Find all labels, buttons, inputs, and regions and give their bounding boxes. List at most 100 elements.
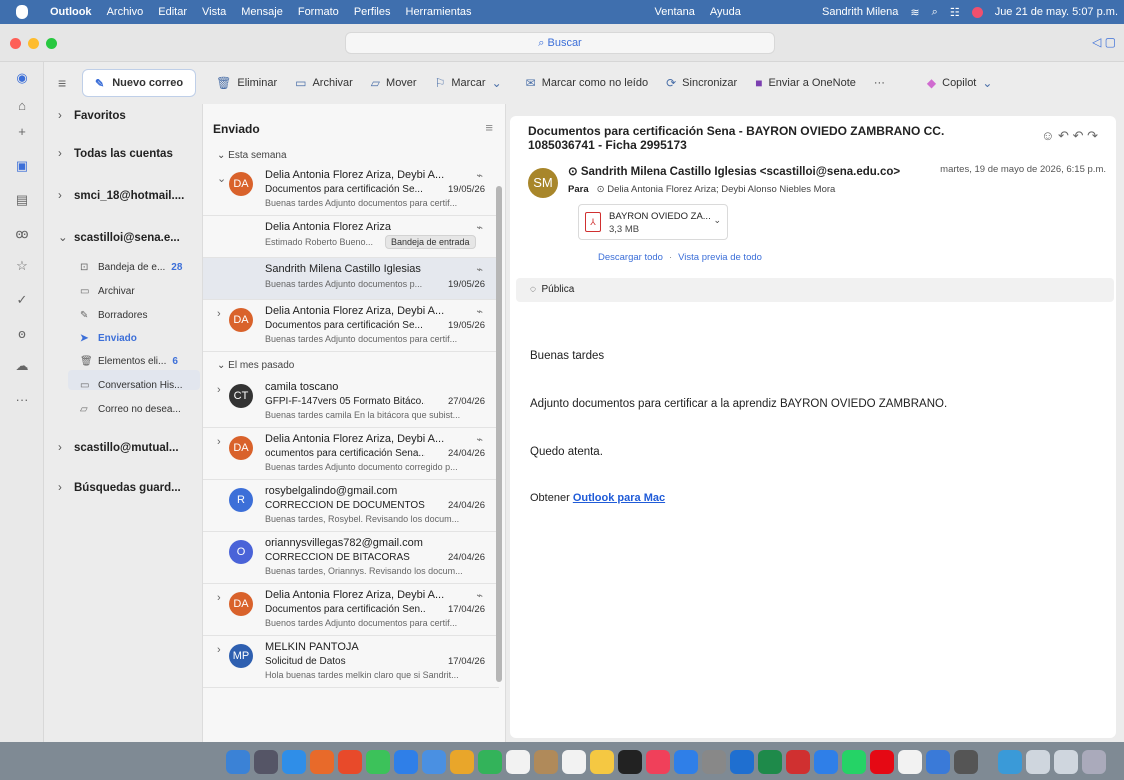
remote-desktop-icon[interactable] [898,750,922,774]
finder-icon[interactable] [226,750,250,774]
mark-unread-button[interactable]: ✉ Marcar como no leído [526,76,648,90]
menu-vista[interactable]: Vista [202,6,226,18]
folder-drafts[interactable]: ✎ Borradores [80,310,147,321]
minimize-window-button[interactable] [28,38,39,49]
trash-bin-icon[interactable] [1082,750,1106,774]
photos-icon[interactable] [450,750,474,774]
menu-editar[interactable]: Editar [158,6,187,18]
calendar-app-icon[interactable] [506,750,530,774]
attachment-card[interactable]: ⅄ BAYRON OVIEDO ZA... 3,3 MB ⌄ [578,204,728,240]
list-item[interactable]: › CT camila toscano GFPI-F-147vers 05 Fo… [203,376,499,428]
sensitivity-bar[interactable]: ◌ Pública [516,278,1114,302]
account-hotmail[interactable]: › smci_18@hotmail.... [58,190,184,202]
app-store-icon[interactable] [674,750,698,774]
menu-herramientas[interactable]: Herramientas [406,6,472,18]
sender-name[interactable]: ⊙ Sandrith Milena Castillo Iglesias <sca… [568,164,900,178]
menu-app-name[interactable]: Outlook [50,6,92,18]
add-account-icon[interactable]: + [14,124,30,140]
notes-icon[interactable] [590,750,614,774]
folder-conversation-history[interactable]: ▭ Conversation His... [80,380,182,391]
feedback-icon[interactable]: ▢ [1105,35,1116,49]
menubar-user[interactable]: Sandrith Milena [822,6,898,18]
excel-icon[interactable] [758,750,782,774]
menu-ventana[interactable]: Ventana [655,6,695,18]
teams-icon[interactable] [926,750,950,774]
list-item[interactable]: › DA Delia Antonia Florez Ariza, Deybi A… [203,584,499,636]
siri-icon[interactable] [971,6,983,18]
favorites-icon[interactable]: ☆ [14,258,30,274]
outlook-app-icon[interactable] [730,750,754,774]
menu-perfiles[interactable]: Perfiles [354,6,391,18]
messages-icon[interactable] [366,750,390,774]
account-mutual[interactable]: › scastillo@mutual... [58,442,179,454]
delete-button[interactable]: 🗑 Eliminar [216,76,277,90]
folder-deleted[interactable]: 🗑 Elementos eli... 6 [80,356,178,367]
recipient-list[interactable]: Delia Antonia Florez Ariza; Deybi Alonso… [607,184,835,195]
close-window-button[interactable] [10,38,21,49]
chevron-right-icon[interactable]: › [217,308,221,320]
maps-icon[interactable] [422,750,446,774]
netflix-icon[interactable] [870,750,894,774]
chevron-down-icon[interactable]: ⌄ [217,172,226,185]
tv-icon[interactable] [618,750,642,774]
account-icon[interactable]: ⌂ [14,98,30,114]
new-mail-button[interactable]: ✎ Nuevo correo [82,69,197,97]
sync-button[interactable]: ⟳ Sincronizar [666,76,737,90]
menu-archivo[interactable]: Archivo [107,6,144,18]
preview-all-link[interactable]: Vista previa de todo [678,252,762,263]
list-item[interactable]: ⌄ DA Delia Antonia Florez Ariza, Deybi A… [203,164,499,216]
group-last-month[interactable]: ⌄ El mes pasado [217,360,294,371]
word-icon[interactable] [814,750,838,774]
list-item[interactable]: › DA Delia Antonia Florez Ariza, Deybi A… [203,300,499,352]
list-item[interactable]: O oriannysvillegas782@gmail.com CORRECCI… [203,532,499,584]
utility-icon[interactable] [954,750,978,774]
menu-ayuda[interactable]: Ayuda [710,6,741,18]
chevron-right-icon[interactable]: › [217,436,221,448]
opera-icon[interactable] [338,750,362,774]
account-sena[interactable]: ⌄ scastilloi@sena.e... [58,230,180,244]
zoom-window-button[interactable] [46,38,57,49]
folder-sent[interactable]: ➤ Enviado [80,333,137,344]
mail-app-icon[interactable] [394,750,418,774]
whatsapp-icon[interactable] [842,750,866,774]
downloads-folder-icon[interactable] [998,750,1022,774]
people-icon[interactable]: ꙭ [14,226,30,242]
list-item-selected[interactable]: Sandrith Milena Castillo Iglesias ⌁ Buen… [203,258,499,300]
list-item[interactable]: Delia Antonia Florez Ariza ⌁ Estimado Ro… [203,216,499,258]
chevron-right-icon[interactable]: › [217,592,221,604]
group-this-week[interactable]: ⌄ Esta semana [217,150,287,161]
megaphone-icon[interactable]: ◁ [1092,35,1101,49]
list-scrollbar[interactable] [496,186,502,682]
onenote-button[interactable]: ■ Enviar a OneNote [755,76,856,90]
cloud-icon[interactable]: ☁ [14,358,30,374]
favorites-section[interactable]: › Favoritos [58,110,126,122]
download-all-link[interactable]: Descargar todo [598,252,663,263]
control-center-icon[interactable]: ☷ [950,6,960,19]
reminders-icon[interactable] [562,750,586,774]
list-item[interactable]: R rosybelgalindo@gmail.com CORRECCION DE… [203,480,499,532]
all-accounts-section[interactable]: › Todas las cuentas [58,148,173,160]
chevron-down-icon[interactable]: ⌄ [713,215,721,226]
chevron-right-icon[interactable]: › [217,644,221,656]
facetime-icon[interactable] [478,750,502,774]
reply-icon[interactable]: ↶ [1058,128,1069,143]
acrobat-icon[interactable] [786,750,810,774]
list-item[interactable]: › DA Delia Antonia Florez Ariza, Deybi A… [203,428,499,480]
tasks-icon[interactable]: ✓ [14,292,30,308]
folder-inbox[interactable]: ⊡ Bandeja de e... 28 [80,262,182,273]
hamburger-menu-icon[interactable]: ≡ [58,75,66,91]
menu-mensaje[interactable]: Mensaje [241,6,283,18]
settings-icon[interactable] [702,750,726,774]
contacts-icon[interactable] [534,750,558,774]
firefox-icon[interactable] [310,750,334,774]
menu-formato[interactable]: Formato [298,6,339,18]
flag-button[interactable]: ⚐ Marcar ⌄ [435,76,508,90]
folder-junk[interactable]: ▱ Correo no desea... [80,404,181,415]
launchpad-icon[interactable] [254,750,278,774]
music-icon[interactable] [646,750,670,774]
recent-window-icon[interactable] [1054,750,1078,774]
list-item[interactable]: › MP MELKIN PANTOJA Solicitud de Datos 1… [203,636,499,688]
groups-icon[interactable]: ꙩ [14,326,30,342]
menubar-clock[interactable]: Jue 21 de may. 5:07 p.m. [995,6,1118,18]
recent-window-icon[interactable] [1026,750,1050,774]
